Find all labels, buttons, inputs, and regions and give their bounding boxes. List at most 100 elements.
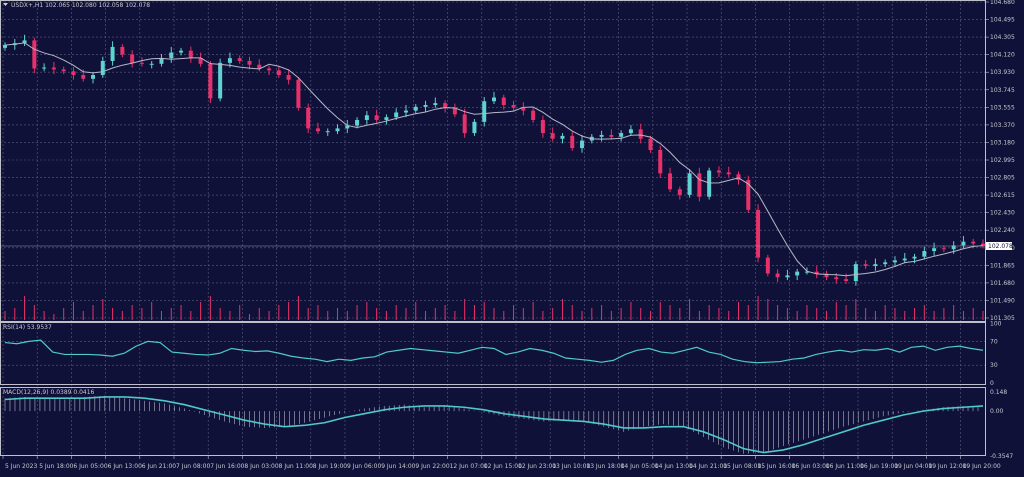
candle-body <box>697 173 702 197</box>
trading-chart[interactable]: 104.680 104.495 104.305 104.120 103.930 103.7… <box>0 0 1024 473</box>
time-tick-label: 19 Jun 20:00 <box>963 463 1001 470</box>
candle-body <box>912 256 917 259</box>
candle-body <box>443 103 448 108</box>
candle-body <box>902 258 907 261</box>
time-tick-label: 16 Jun 03:00 <box>792 463 830 470</box>
candle-body <box>892 260 897 263</box>
candle-body <box>286 75 291 80</box>
candle-body <box>795 271 800 276</box>
time-tick-label: 6 Jun 05:00 <box>73 463 107 470</box>
rsi-tick-label: 30 <box>990 362 998 369</box>
candle-body <box>687 173 692 195</box>
time-tick-label: 12 Jun 23:00 <box>518 463 556 470</box>
time-tick-label: 8 Jun 11:00 <box>279 463 313 470</box>
candle-body <box>51 67 56 70</box>
time-tick-label: 9 Jun 22:00 <box>415 463 449 470</box>
price-tick-label: 102.615 <box>990 192 1015 199</box>
candle-body <box>355 119 360 126</box>
candle-body <box>501 97 506 105</box>
candle-body <box>961 241 966 246</box>
price-tick-label: 104.680 <box>990 0 1015 6</box>
candle-body <box>834 277 839 280</box>
candle-body <box>462 114 467 134</box>
candle-body <box>756 209 761 258</box>
candle-body <box>267 68 272 71</box>
time-tick-label: 15 Jun 16:00 <box>757 463 795 470</box>
time-tick-label: 14 Jun 05:00 <box>621 463 659 470</box>
time-tick-label: 14 Jun 13:00 <box>655 463 693 470</box>
candle-body <box>540 119 545 134</box>
candle-body <box>179 50 184 53</box>
candle-body <box>531 110 536 120</box>
candle-body <box>883 262 888 265</box>
price-tick-label: 101.490 <box>990 297 1015 304</box>
price-tick-label: 103.930 <box>990 69 1015 76</box>
candle-body <box>853 264 858 282</box>
candle-body <box>218 62 223 99</box>
time-tick-label: 15 Jun 08:00 <box>723 463 761 470</box>
time-tick-label: 19 Jun 12:00 <box>928 463 966 470</box>
candle-body <box>726 172 731 175</box>
candle-body <box>61 69 66 72</box>
candle-body <box>873 264 878 267</box>
time-tick-label: 9 Jun 14:00 <box>381 463 415 470</box>
candle-body <box>296 79 301 108</box>
time-tick-label: 16 Jun 19:00 <box>860 463 898 470</box>
price-tick-label: 101.865 <box>990 262 1015 269</box>
candle-body <box>188 50 193 59</box>
time-tick-label: 5 Jun 18:00 <box>39 463 73 470</box>
price-tick-label: 104.305 <box>990 34 1015 41</box>
price-tick-label: 104.495 <box>990 17 1015 24</box>
candle-body <box>374 115 379 120</box>
candle-body <box>364 115 369 120</box>
price-tick-label: 104.120 <box>990 52 1015 59</box>
time-tick-label: 19 Jun 04:00 <box>894 463 932 470</box>
symbol-info: USDX+,H1 102.065 102.080 102.058 102.078 <box>11 2 150 9</box>
time-tick-label: 7 Jun 16:00 <box>210 463 244 470</box>
macd-label: MACD(12,26,9) 0.0389 0.0416 <box>3 389 95 396</box>
time-tick-label: 8 Jun 03:00 <box>244 463 278 470</box>
time-tick-label: 9 Jun 06:00 <box>347 463 381 470</box>
candle-body <box>403 110 408 113</box>
candle-body <box>32 40 37 69</box>
candle-body <box>413 106 418 111</box>
time-tick-label: 13 Jun 18:00 <box>586 463 624 470</box>
candle-body <box>932 248 937 252</box>
time-tick-label: 12 Jun 15:00 <box>484 463 522 470</box>
candle-body <box>130 54 135 63</box>
candle-body <box>227 58 232 63</box>
rsi-tick-label: 70 <box>990 338 998 345</box>
price-tick-label: 103.370 <box>990 122 1015 129</box>
candle-body <box>42 67 47 69</box>
candle-body <box>306 107 311 129</box>
candle-body <box>149 63 154 65</box>
candle-body <box>237 58 242 61</box>
candle-body <box>91 75 96 79</box>
candle-body <box>658 149 663 174</box>
candle-body <box>775 273 780 278</box>
candle-body <box>159 58 164 64</box>
time-tick-label: 14 Jun 21:00 <box>689 463 727 470</box>
candle-body <box>423 104 428 107</box>
candle-body <box>668 173 673 190</box>
price-tick-label: 101.680 <box>990 280 1015 287</box>
candle-body <box>394 112 399 118</box>
candle-body <box>492 97 496 102</box>
candle-body <box>247 60 252 65</box>
candle-body <box>599 134 604 137</box>
macd-tick-label: 0.00 <box>990 408 1004 415</box>
candle-body <box>580 140 585 149</box>
candle-body <box>707 170 712 197</box>
current-price-label: 102.078 <box>988 243 1013 250</box>
price-tick-label: 103.555 <box>990 104 1015 111</box>
candle-body <box>765 257 770 274</box>
rsi-tick-label: 0 <box>990 380 994 387</box>
candle-body <box>638 129 643 139</box>
price-tick-label: 102.995 <box>990 157 1015 164</box>
price-tick-label: 102.805 <box>990 175 1015 182</box>
candle-body <box>325 131 330 133</box>
candle-body <box>120 46 125 55</box>
time-tick-label: 5 Jun 2023 <box>5 463 37 470</box>
candle-body <box>71 71 76 76</box>
time-tick-label: 6 Jun 13:00 <box>108 463 142 470</box>
